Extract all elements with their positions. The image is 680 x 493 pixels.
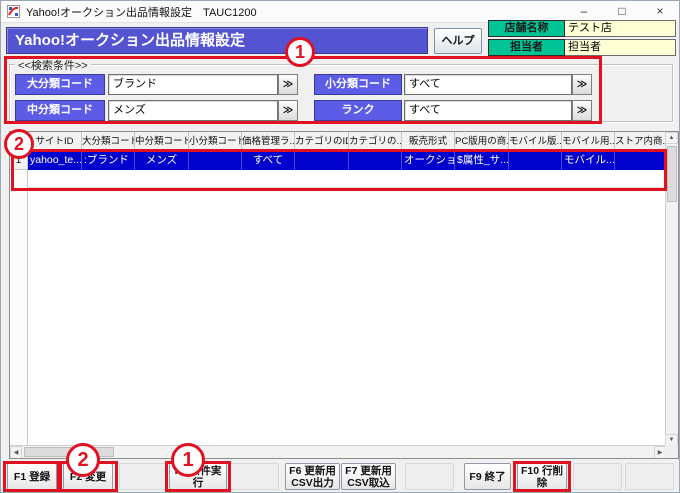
grid-cell[interactable]: オークション形...: [402, 152, 455, 170]
grid-header-cell[interactable]: モバイル版...: [509, 132, 562, 152]
rank-picker-button[interactable]: ≫: [572, 100, 592, 121]
f6-csv-export-button[interactable]: F6 更新用 CSV出力: [285, 463, 340, 490]
page-title: Yahoo!オークション出品情報設定: [6, 27, 428, 54]
horizontal-scrollbar[interactable]: ◀ ▶: [10, 445, 666, 458]
minor-class-label: 小分類コード: [314, 74, 402, 95]
rank-input[interactable]: すべて: [404, 100, 572, 121]
f10-delete-row-button[interactable]: F10 行削除: [517, 463, 567, 490]
grid-header-cell[interactable]: 販売形式: [402, 132, 455, 152]
vertical-scroll-thumb[interactable]: [667, 146, 677, 202]
search-group-label: <<検索条件>>: [15, 57, 91, 73]
row-header-column: [10, 152, 28, 446]
store-name-value: テスト店: [565, 20, 676, 37]
grid-cell[interactable]: [349, 152, 402, 170]
grid-header-cell[interactable]: カテゴリの...: [349, 132, 402, 152]
help-button[interactable]: ヘルプ: [434, 28, 482, 54]
f4-execute-condition-button[interactable]: F4 条件実行: [169, 463, 227, 490]
footer-blank-slot: [405, 463, 454, 490]
grid-header-cell[interactable]: サイトID: [28, 132, 82, 152]
middle-class-label: 中分類コード: [15, 100, 105, 121]
grid-cell[interactable]: すべて: [242, 152, 295, 170]
grid-cell[interactable]: yahoo_te...: [28, 152, 82, 170]
grid-header-cell[interactable]: ストア内商...: [615, 132, 666, 152]
f9-exit-button[interactable]: F9 終了: [464, 463, 511, 490]
footer-blank-slot: [119, 463, 168, 490]
grid-cell[interactable]: :ブランド: [82, 152, 135, 170]
app-window: Yahoo!オークション出品情報設定 TAUC1200 – □ × Yahoo!…: [0, 0, 680, 493]
table-row-selected[interactable]: 1 yahoo_te... :ブランド メンズ すべて オークション形... $…: [10, 152, 666, 170]
grid-header-cell[interactable]: 大分類コード: [82, 132, 135, 152]
footer-blank-slot: [230, 463, 279, 490]
grid-cell[interactable]: [615, 152, 666, 170]
person-label: 担当者: [488, 39, 565, 56]
vertical-scrollbar[interactable]: ▲ ▼: [665, 132, 678, 446]
major-class-input[interactable]: ブランド: [108, 74, 278, 95]
grid-header-cell[interactable]: PC版用の商...: [455, 132, 509, 152]
footer-blank-slot: [625, 463, 674, 490]
scroll-up-icon[interactable]: ▲: [665, 132, 678, 144]
minor-class-input[interactable]: すべて: [404, 74, 572, 95]
footer-blank-slot: [573, 463, 622, 490]
listing-grid: サイトID 大分類コード 中分類コード 小分類コード 価格管理ラ... カテゴリ…: [9, 131, 679, 459]
f2-modify-button[interactable]: F2 変更: [63, 463, 113, 490]
row-number-cell[interactable]: 1: [10, 152, 28, 170]
grid-header-cell[interactable]: カテゴリのID: [295, 132, 349, 152]
grid-header-cell[interactable]: モバイル用...: [562, 132, 615, 152]
grid-cell[interactable]: $属性_サ...: [455, 152, 509, 170]
grid-cell[interactable]: メンズ: [135, 152, 189, 170]
empty-grid-row: [28, 170, 666, 188]
horizontal-scroll-thumb[interactable]: [24, 447, 114, 457]
middle-class-input[interactable]: メンズ: [108, 100, 278, 121]
grid-cell[interactable]: [509, 152, 562, 170]
grid-cell[interactable]: [295, 152, 349, 170]
scrollbar-corner: [665, 445, 678, 458]
scroll-left-icon[interactable]: ◀: [10, 446, 22, 459]
rank-label: ランク: [314, 100, 402, 121]
major-class-picker-button[interactable]: ≫: [278, 74, 298, 95]
window-title: Yahoo!オークション出品情報設定 TAUC1200: [26, 4, 257, 20]
grid-header-row: サイトID 大分類コード 中分類コード 小分類コード 価格管理ラ... カテゴリ…: [10, 132, 666, 152]
grid-header-cell[interactable]: 価格管理ラ...: [242, 132, 295, 152]
f7-csv-import-button[interactable]: F7 更新用 CSV取込: [341, 463, 396, 490]
major-class-label: 大分類コード: [15, 74, 105, 95]
store-name-label: 店舗名称: [488, 20, 565, 37]
middle-class-picker-button[interactable]: ≫: [278, 100, 298, 121]
f1-register-button[interactable]: F1 登録: [7, 463, 57, 490]
grid-corner-cell: [10, 132, 28, 152]
grid-cell[interactable]: [189, 152, 242, 170]
app-icon: [7, 5, 20, 18]
person-value: 担当者: [565, 39, 676, 56]
minor-class-picker-button[interactable]: ≫: [572, 74, 592, 95]
grid-header-cell[interactable]: 小分類コード: [189, 132, 242, 152]
grid-cell[interactable]: モバイル...: [562, 152, 615, 170]
grid-header-cell[interactable]: 中分類コード: [135, 132, 189, 152]
